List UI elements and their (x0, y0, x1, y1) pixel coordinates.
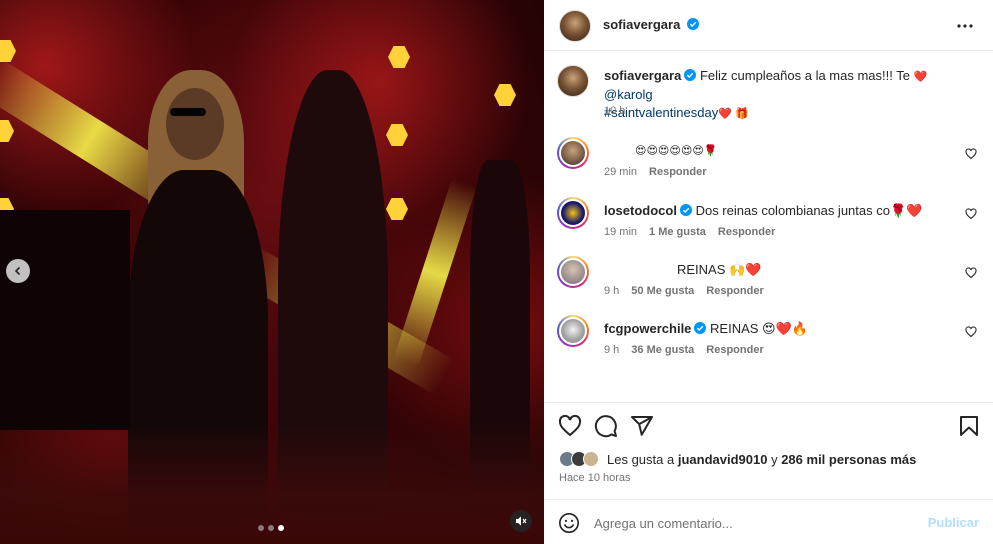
caption-username[interactable]: sofiavergara (604, 68, 681, 83)
caption-text: sofiavergara Feliz cumpleaños a la mas m… (604, 67, 964, 123)
caption-heart: ❤️ (913, 70, 928, 83)
comment-time: 19 min (604, 226, 638, 238)
carousel-dot (268, 525, 274, 531)
caption-body: Feliz cumpleaños a la mas mas!!! Te (699, 68, 910, 83)
post-media[interactable] (0, 0, 544, 544)
comment-item: REINAS 🙌❤️ 9 h 50 Me gusta Responder (557, 256, 982, 306)
caption-meta: 10 h (604, 105, 625, 117)
comment-text: losetodocol Dos reinas colombianas junta… (604, 202, 964, 220)
caption: sofiavergara Feliz cumpleaños a la mas m… (557, 65, 982, 125)
comment-avatar[interactable] (557, 315, 589, 347)
reply-button[interactable]: Responder (649, 166, 706, 178)
comment-composer: Publicar (544, 499, 993, 544)
emoji-icon[interactable] (558, 512, 580, 534)
carousel-prev-button[interactable] (6, 259, 30, 283)
share-icon[interactable] (630, 414, 654, 438)
likes-middle: y (771, 451, 778, 467)
comment-meta: 19 min 1 Me gusta Responder (604, 226, 775, 238)
comment-avatar[interactable] (557, 256, 589, 288)
comment-likes[interactable]: 50 Me gusta (631, 285, 694, 297)
caption-time: 10 h (604, 105, 626, 117)
comment-likes[interactable]: 36 Me gusta (631, 344, 694, 356)
likes-prefix: Les gusta a (607, 451, 675, 467)
verified-icon (684, 69, 697, 81)
likes-summary: Les gusta a juandavid9010 y 286 mil pers… (559, 451, 916, 467)
comment-text: 😍😍😍😍😍😍🌹 (635, 141, 993, 160)
comment-username[interactable]: losetodocol (604, 203, 677, 218)
comment-body: REINAS 🙌❤️ (677, 262, 762, 277)
comment-item: 😍😍😍😍😍😍🌹 29 min Responder (557, 137, 982, 187)
comment-avatar[interactable] (557, 137, 589, 169)
comment-body: 😍😍😍😍😍😍🌹 (635, 144, 718, 157)
save-icon[interactable] (957, 414, 981, 438)
liker-avatars[interactable] (559, 451, 599, 467)
reply-button[interactable]: Responder (706, 344, 763, 356)
post-side-panel: sofiavergara sofiavergara Feliz cumpleañ… (544, 0, 993, 544)
likes-user[interactable]: juandavid9010 (678, 452, 768, 467)
heart-icon[interactable] (965, 326, 977, 338)
comment-item: losetodocol Dos reinas colombianas junta… (557, 197, 982, 247)
comment-icon[interactable] (594, 414, 618, 438)
heart-icon[interactable] (965, 267, 977, 279)
comment-avatar[interactable] (557, 197, 589, 229)
chevron-left-icon (14, 266, 21, 276)
post-actions: Les gusta a juandavid9010 y 286 mil pers… (544, 402, 993, 544)
author-name-row: sofiavergara (603, 17, 699, 32)
comment-body: REINAS 😍❤️🔥 (710, 321, 808, 336)
comment-time: 9 h (604, 285, 620, 297)
reply-button[interactable]: Responder (718, 226, 775, 238)
carousel-indicator (258, 525, 284, 531)
more-options-icon (957, 24, 973, 28)
caption-trailing-emoji: ❤️ 🎁 (718, 107, 750, 120)
comment-text: fcgpowerchile REINAS 😍❤️🔥 (604, 320, 964, 338)
verified-icon (679, 204, 692, 216)
caption-avatar[interactable] (557, 65, 589, 97)
comment-text: REINAS 🙌❤️ (677, 261, 993, 279)
stage-equipment (0, 210, 130, 430)
speaker-muted-icon (516, 516, 527, 526)
author-avatar[interactable] (559, 10, 591, 42)
sunglasses (170, 108, 206, 116)
comment-time: 9 h (604, 344, 620, 356)
mute-button[interactable] (510, 510, 532, 532)
verified-icon (686, 18, 699, 30)
comment-meta: 29 min Responder (604, 166, 707, 178)
carousel-dot-active (278, 525, 284, 531)
comment-meta: 9 h 36 Me gusta Responder (604, 344, 764, 356)
comment-meta: 9 h 50 Me gusta Responder (604, 285, 764, 297)
heart-icon[interactable] (965, 148, 977, 160)
heart-icon[interactable] (965, 208, 977, 220)
verified-icon (694, 322, 707, 334)
comments-list[interactable]: sofiavergara Feliz cumpleaños a la mas m… (544, 52, 993, 402)
comment-body: Dos reinas colombianas juntas co🌹❤️ (695, 203, 923, 218)
like-heart-icon[interactable] (558, 414, 582, 438)
performer-head (166, 88, 224, 160)
reply-button[interactable]: Responder (706, 285, 763, 297)
comment-input[interactable] (594, 512, 914, 534)
more-options-button[interactable] (953, 14, 977, 38)
likes-count[interactable]: 286 mil personas más (781, 452, 916, 467)
publish-button[interactable]: Publicar (928, 515, 979, 530)
caption-mention[interactable]: @karolg (604, 87, 653, 102)
author-username[interactable]: sofiavergara (603, 17, 680, 32)
comment-username[interactable]: fcgpowerchile (604, 321, 691, 336)
post-header: sofiavergara (544, 0, 993, 51)
comment-likes[interactable]: 1 Me gusta (649, 226, 706, 238)
comment-item: fcgpowerchile REINAS 😍❤️🔥 9 h 36 Me gust… (557, 315, 982, 365)
post-time: Hace 10 horas (559, 472, 631, 484)
carousel-dot (258, 525, 264, 531)
comment-time: 29 min (604, 166, 638, 178)
liker-avatar (583, 451, 599, 467)
